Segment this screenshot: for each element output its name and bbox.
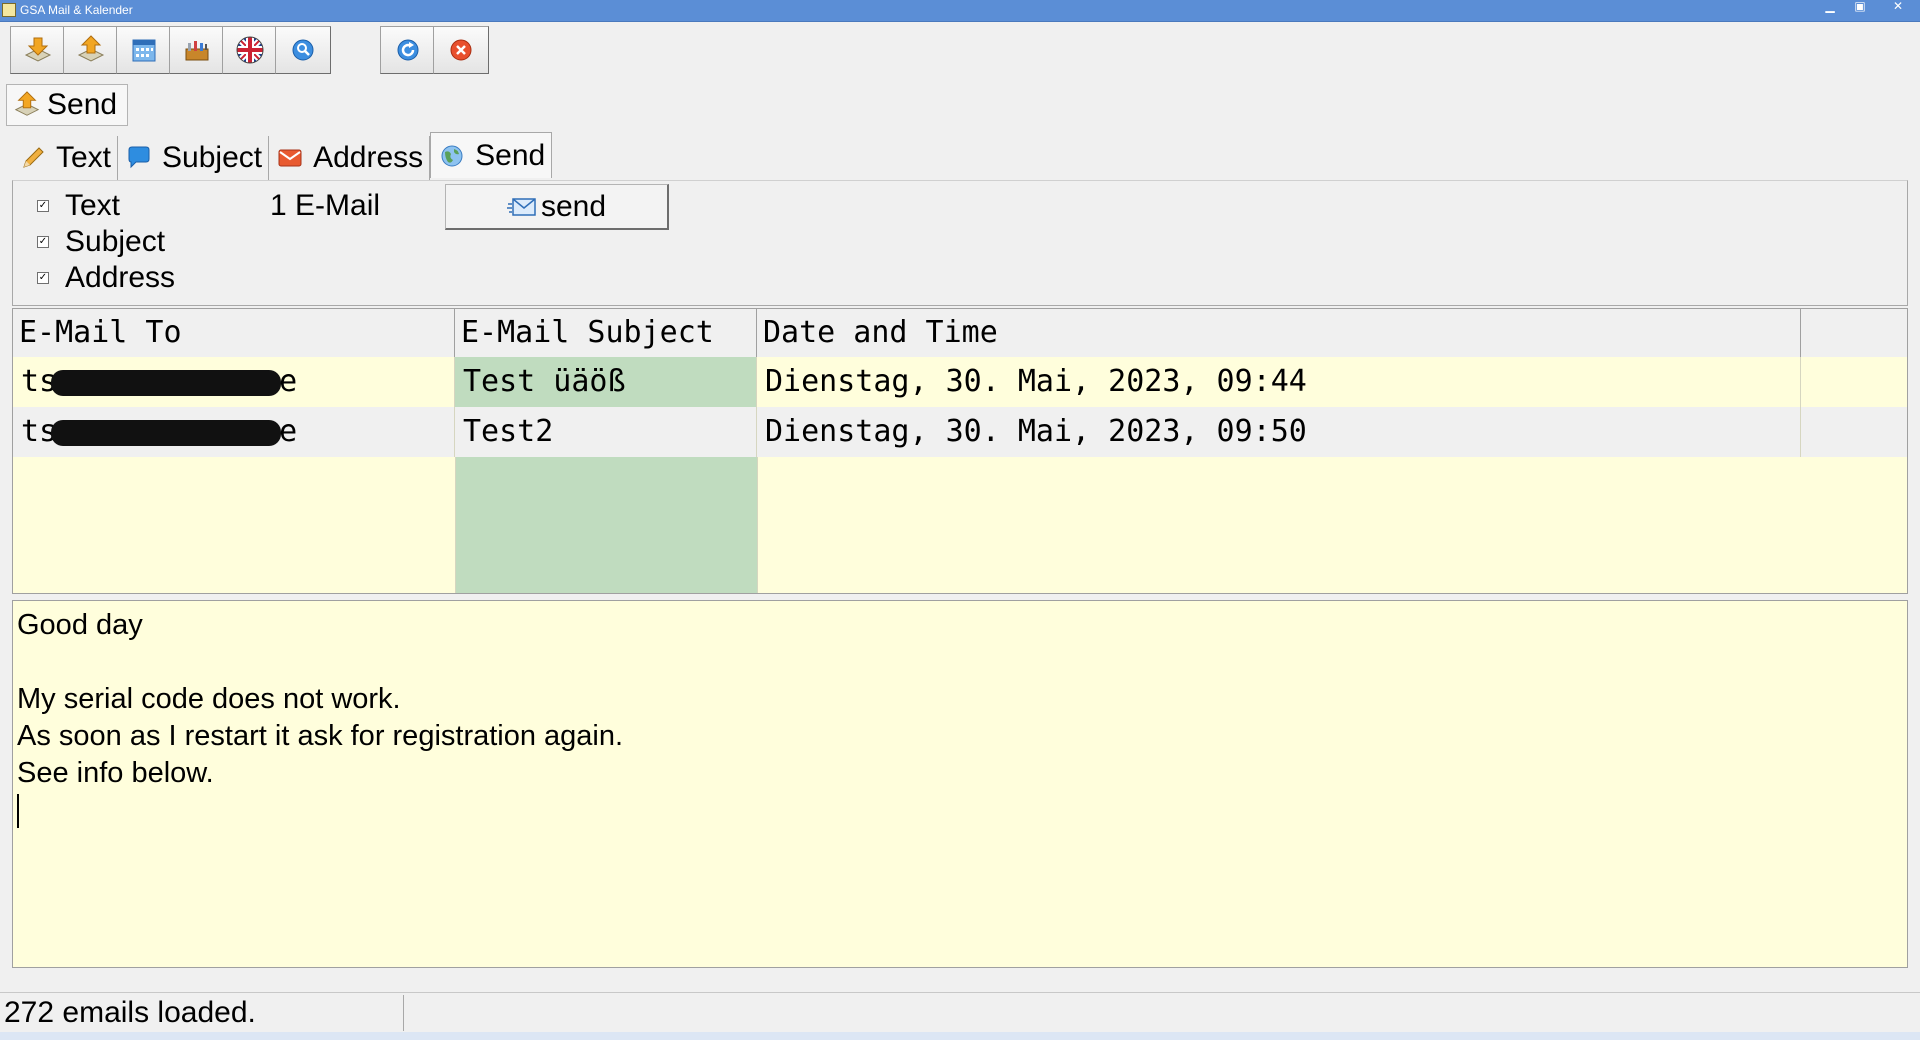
redaction-mark: [51, 419, 282, 446]
window-close-icon[interactable]: ✕: [1876, 0, 1920, 14]
download-icon: [24, 37, 52, 62]
send-button[interactable]: send: [445, 184, 669, 230]
status-panel: [404, 995, 1920, 1031]
tab-label: Subject: [162, 141, 263, 174]
text-caret: [17, 794, 19, 829]
minimize-icon[interactable]: ▁: [1816, 0, 1844, 14]
redaction-mark: [51, 369, 282, 396]
send-button-label: send: [540, 189, 607, 223]
address-checkbox-row[interactable]: ✓ Address: [37, 261, 175, 295]
send-mail-icon: [506, 197, 536, 216]
body-line: See info below.: [17, 757, 214, 789]
email-count-label: 1 E-Mail: [270, 189, 381, 222]
send-section-label: Send: [47, 88, 118, 121]
checkbox-label: Text: [65, 189, 121, 222]
email-suffix: e: [279, 364, 298, 399]
receive-mail-button[interactable]: [10, 26, 66, 74]
address-checkbox[interactable]: ✓: [37, 272, 49, 284]
send-mail-button[interactable]: [63, 26, 119, 74]
calendar-icon: [132, 39, 156, 62]
tools-button[interactable]: [169, 26, 225, 74]
window-title: GSA Mail & Kalender: [20, 3, 133, 17]
tab-address[interactable]: Address: [269, 136, 431, 180]
checkbox-label: Subject: [65, 225, 166, 258]
email-suffix: e: [279, 414, 298, 449]
tab-subject[interactable]: Subject: [118, 136, 270, 180]
app-icon: [2, 3, 16, 17]
text-caret-line: [17, 792, 1903, 829]
body-line: As soon as I restart it ask for registra…: [17, 720, 624, 752]
body-line: Good day: [17, 609, 143, 641]
search-button[interactable]: [275, 26, 331, 74]
column-header-date[interactable]: Date and Time: [757, 309, 1801, 357]
text-checkbox-row[interactable]: ✓ Text: [37, 189, 120, 223]
datetime-cell: Dienstag, 30. Mai, 2023, 09:50: [757, 407, 1801, 457]
send-section-button[interactable]: Send: [6, 84, 128, 126]
taskbar-edge: [0, 1032, 1920, 1040]
body-line: [17, 644, 1903, 681]
uk-flag-icon: [236, 36, 264, 64]
globe-icon: [441, 145, 463, 166]
column-header-email-to[interactable]: E-Mail To: [13, 309, 455, 357]
subject-cell: Test2: [455, 407, 757, 457]
checkbox-label: Address: [65, 261, 176, 294]
email-body-editor[interactable]: Good day My serial code does not work. A…: [12, 600, 1908, 968]
tab-text[interactable]: Text: [12, 136, 119, 180]
envelope-icon: [278, 149, 302, 167]
send-options-panel: ✓ Text ✓ Subject ✓ Address 1 E-Mail send: [12, 180, 1908, 306]
tab-label: Text: [56, 141, 112, 174]
close-icon: [450, 39, 472, 61]
subject-checkbox-row[interactable]: ✓ Subject: [37, 225, 165, 259]
email-to-cell: ts e: [13, 407, 455, 457]
status-text: 272 emails loaded.: [0, 995, 404, 1031]
pencil-icon: [23, 147, 44, 168]
exit-button[interactable]: [433, 26, 489, 74]
email-to-cell: ts e: [13, 357, 455, 407]
toolbox-icon: [185, 41, 209, 61]
tab-label: Send: [475, 138, 546, 172]
search-icon: [292, 39, 314, 61]
grid-header: E-Mail To E-Mail Subject Date and Time: [13, 309, 1907, 358]
maximize-icon[interactable]: ▣: [1846, 0, 1874, 14]
calendar-button[interactable]: [116, 26, 172, 74]
upload-icon: [14, 91, 40, 116]
table-row[interactable]: ts e Test üäöß Dienstag, 30. Mai, 2023, 0…: [13, 357, 1907, 407]
title-bar: GSA Mail & Kalender ▁ ▣ ✕: [0, 0, 1920, 22]
window-controls: ▁ ▣ ✕: [1814, 0, 1920, 21]
text-checkbox[interactable]: ✓: [37, 200, 49, 212]
speech-bubble-icon: [128, 146, 150, 169]
subject-cell: Test üäöß: [455, 357, 757, 407]
column-header-subject[interactable]: E-Mail Subject: [455, 309, 757, 357]
datetime-cell: Dienstag, 30. Mai, 2023, 09:44: [757, 357, 1801, 407]
body-line: My serial code does not work.: [17, 683, 401, 715]
email-grid: E-Mail To E-Mail Subject Date and Time t…: [12, 308, 1908, 594]
status-bar: 272 emails loaded.: [0, 992, 1920, 1033]
refresh-icon: [397, 39, 419, 61]
subject-checkbox[interactable]: ✓: [37, 236, 49, 248]
language-button[interactable]: [222, 26, 278, 74]
upload-icon: [77, 35, 105, 62]
tab-send[interactable]: Send: [430, 132, 553, 178]
table-row[interactable]: ts e Test2 Dienstag, 30. Mai, 2023, 09:50: [13, 407, 1907, 457]
tab-label: Address: [313, 141, 424, 174]
refresh-button[interactable]: [380, 26, 436, 74]
tab-bar: Text Subject Address Send: [12, 132, 553, 180]
